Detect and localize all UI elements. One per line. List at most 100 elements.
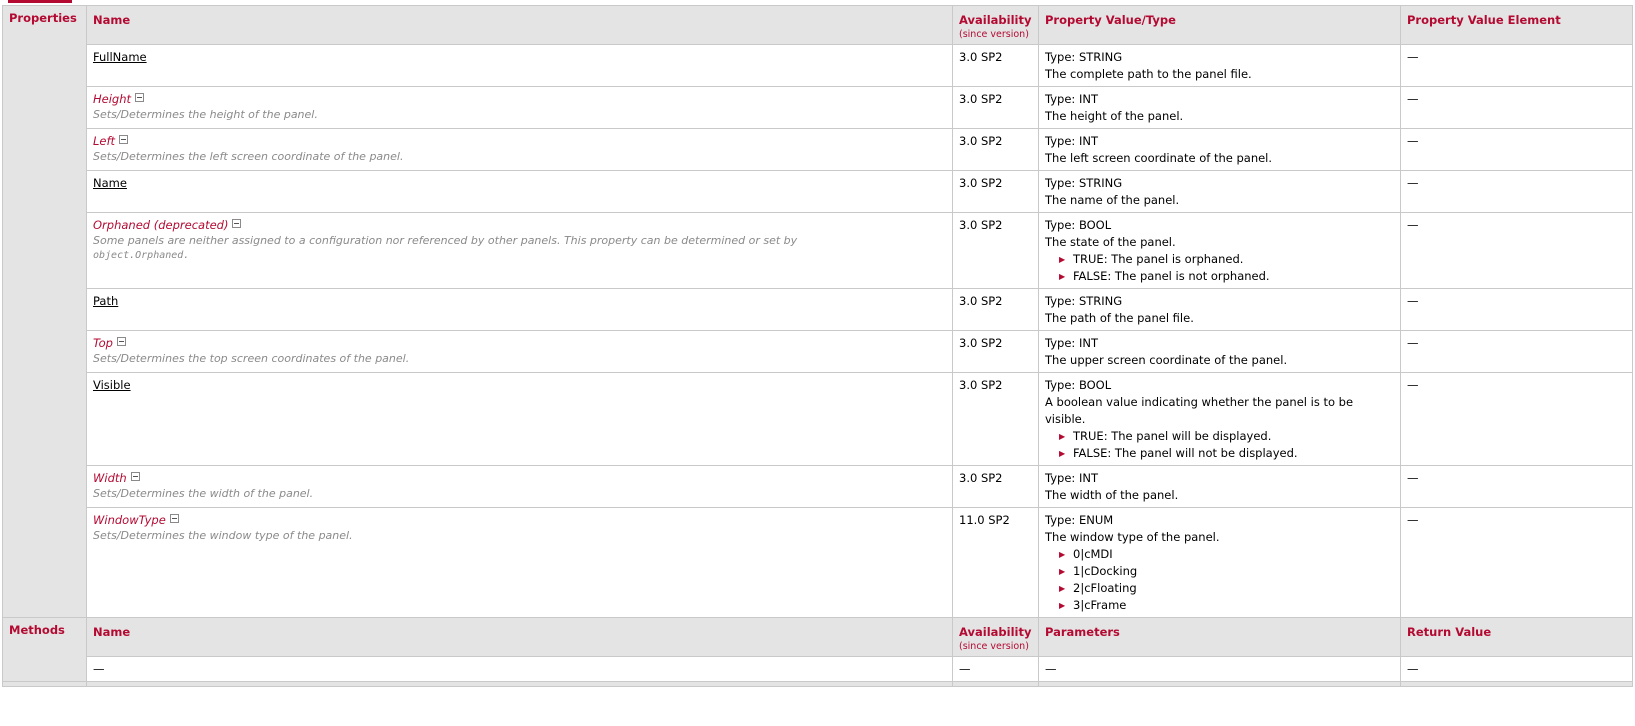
method-header-availability-label: Availability xyxy=(959,625,1032,639)
property-row: WindowType Sets/Determines the window typ… xyxy=(3,507,1633,618)
property-value-cell: Type: ENUM The window type of the panel. 0… xyxy=(1038,507,1401,618)
property-type: Type: INT xyxy=(1045,336,1098,350)
property-value-cell: Type: INT The width of the panel. xyxy=(1038,465,1401,508)
property-description-text: Sets/Determines the window type of the p… xyxy=(93,529,353,542)
property-type: Type: BOOL xyxy=(1045,218,1112,232)
property-availability: 3.0 SP2 xyxy=(952,44,1039,87)
method-return-value: — xyxy=(1400,656,1633,682)
property-value-description: The height of the panel. xyxy=(1045,109,1184,123)
property-availability: 3.0 SP2 xyxy=(952,128,1039,171)
property-value-item: FALSE: The panel is not orphaned. xyxy=(1059,268,1394,285)
property-value-item: TRUE: The panel will be displayed. xyxy=(1059,428,1394,445)
property-row: Top Sets/Determines the top screen coordi… xyxy=(3,330,1633,373)
property-value-cell: Type: STRING The complete path to the pan… xyxy=(1038,44,1401,87)
property-name[interactable]: Orphaned (deprecated) xyxy=(93,218,228,232)
property-availability: 3.0 SP2 xyxy=(952,465,1039,508)
next-section-cell xyxy=(2,681,87,687)
prop-header-availability-label: Availability xyxy=(959,13,1032,27)
property-row: Visible 3.0 SP2 Type: BOOL A boolean value … xyxy=(3,372,1633,466)
property-value-list: 0|cMDI1|cDocking2|cFloating3|cFrame xyxy=(1045,546,1394,614)
property-description-text: Some panels are neither assigned to a co… xyxy=(93,234,798,247)
property-name-cell: WindowType Sets/Determines the window typ… xyxy=(86,507,953,618)
prop-header-since: (since version) xyxy=(959,29,1029,40)
next-section-cell xyxy=(952,681,1039,687)
method-parameters: — xyxy=(1038,656,1401,682)
property-name-cell: Visible xyxy=(86,372,953,466)
property-value-cell: Type: INT The height of the panel. xyxy=(1038,86,1401,129)
property-name[interactable]: FullName xyxy=(93,50,147,64)
method-header-return-value: Return Value xyxy=(1400,617,1633,657)
property-value-element: — xyxy=(1400,212,1633,289)
property-value-item: 1|cDocking xyxy=(1059,563,1394,580)
property-name-cell: Name xyxy=(86,170,953,213)
property-description-text: Sets/Determines the left screen coordina… xyxy=(93,150,404,163)
property-value-cell: Type: INT The left screen coordinate of t… xyxy=(1038,128,1401,171)
property-value-element: — xyxy=(1400,44,1633,87)
property-value-description: The complete path to the panel file. xyxy=(1045,67,1252,81)
property-value-element: — xyxy=(1400,128,1633,171)
property-value-item: TRUE: The panel is orphaned. xyxy=(1059,251,1394,268)
property-description: Sets/Determines the height of the panel. xyxy=(93,108,946,122)
collapse-icon[interactable] xyxy=(119,135,129,144)
property-name[interactable]: Top xyxy=(93,336,113,350)
prop-header-value-element: Property Value Element xyxy=(1400,5,1633,45)
property-row: Name 3.0 SP2 Type: STRING The name of the p… xyxy=(3,170,1633,213)
collapse-icon[interactable] xyxy=(169,514,179,523)
methods-section-label: Methods xyxy=(2,617,87,682)
collapse-icon[interactable] xyxy=(135,93,145,102)
method-availability: — xyxy=(952,656,1039,682)
property-description: Some panels are neither assigned to a co… xyxy=(93,234,946,263)
method-name: — xyxy=(86,656,953,682)
property-value-description: The width of the panel. xyxy=(1045,488,1179,502)
property-name[interactable]: Height xyxy=(93,92,131,106)
property-availability: 3.0 SP2 xyxy=(952,288,1039,331)
property-description: Sets/Determines the window type of the p… xyxy=(93,529,946,543)
property-name-cell: Left Sets/Determines the left screen coor… xyxy=(86,128,953,171)
property-name[interactable]: WindowType xyxy=(93,513,166,527)
collapse-icon[interactable] xyxy=(116,337,126,346)
collapse-icon[interactable] xyxy=(232,219,242,228)
property-value-description: The upper screen coordinate of the panel… xyxy=(1045,353,1288,367)
property-name-cell: FullName xyxy=(86,44,953,87)
property-description: Sets/Determines the left screen coordina… xyxy=(93,150,946,164)
property-name[interactable]: Width xyxy=(93,471,127,485)
methods-header-row: Methods Name Availability (since version) Pa… xyxy=(2,617,1633,682)
collapse-icon[interactable] xyxy=(130,472,140,481)
property-value-element: — xyxy=(1400,465,1633,508)
property-availability: 3.0 SP2 xyxy=(952,372,1039,466)
property-name[interactable]: Path xyxy=(93,294,118,308)
property-value-description: The state of the panel. xyxy=(1045,235,1176,249)
property-availability: 3.0 SP2 xyxy=(952,170,1039,213)
property-name[interactable]: Left xyxy=(93,134,115,148)
method-header-name: Name xyxy=(86,617,953,657)
property-description-code: object.Orphaned. xyxy=(93,250,190,261)
property-value-cell: Type: STRING The path of the panel file. xyxy=(1038,288,1401,331)
property-value-list: TRUE: The panel will be displayed.FALSE:… xyxy=(1045,428,1394,462)
property-value-list: TRUE: The panel is orphaned.FALSE: The p… xyxy=(1045,251,1394,285)
property-row: FullName 3.0 SP2 Type: STRING The complete … xyxy=(3,44,1633,87)
property-name-cell: Height Sets/Determines the height of the … xyxy=(86,86,953,129)
property-value-item: 0|cMDI xyxy=(1059,546,1394,563)
method-header-since: (since version) xyxy=(959,641,1029,652)
property-description-text: Sets/Determines the width of the panel. xyxy=(93,487,314,500)
property-value-cell: Type: INT The upper screen coordinate of … xyxy=(1038,330,1401,373)
property-type: Type: STRING xyxy=(1045,50,1123,64)
property-value-element: — xyxy=(1400,330,1633,373)
prop-header-availability: Availability (since version) xyxy=(952,5,1039,45)
property-row: Left Sets/Determines the left screen coor… xyxy=(3,128,1633,171)
property-name[interactable]: Visible xyxy=(93,378,131,392)
property-value-cell: Type: BOOL The state of the panel. TRUE: T… xyxy=(1038,212,1401,289)
property-value-item: 3|cFrame xyxy=(1059,597,1394,614)
property-value-cell: Type: STRING The name of the panel. xyxy=(1038,170,1401,213)
method-row: — — — — xyxy=(3,656,1633,682)
property-name[interactable]: Name xyxy=(93,176,127,190)
properties-section-label: Properties xyxy=(2,5,87,618)
property-value-item: FALSE: The panel will not be displayed. xyxy=(1059,445,1394,462)
property-description: Sets/Determines the top screen coordinat… xyxy=(93,352,946,366)
property-availability: 3.0 SP2 xyxy=(952,86,1039,129)
property-row: Height Sets/Determines the height of the … xyxy=(3,86,1633,129)
property-type: Type: INT xyxy=(1045,134,1098,148)
object-reference-table: Properties Name Availability (since versi… xyxy=(2,5,1633,687)
page: Properties Name Availability (since versi… xyxy=(0,0,1635,726)
property-type: Type: INT xyxy=(1045,92,1098,106)
